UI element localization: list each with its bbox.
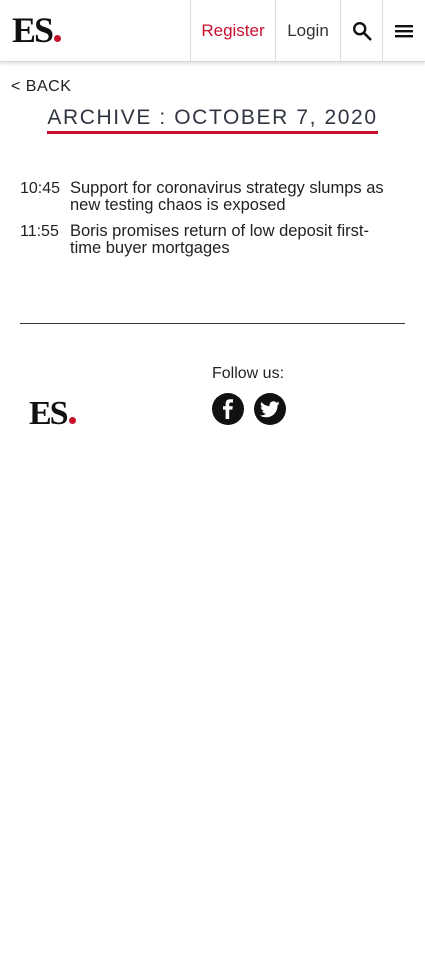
logo-dot [54, 35, 62, 42]
twitter-icon [260, 400, 280, 417]
facebook-icon [223, 399, 233, 419]
site-logo[interactable]: ES [12, 10, 62, 50]
site-header: ES Register Login [0, 0, 425, 62]
list-item: 10:45 Support for coronavirus strategy s… [20, 180, 405, 214]
hamburger-menu-icon [395, 24, 413, 37]
list-item: 11:55 Boris promises return of low depos… [20, 223, 405, 257]
archive-title-container: ARCHIVE : OCTOBER 7, 2020 [0, 106, 425, 134]
back-label: < BACK [11, 78, 72, 95]
facebook-link[interactable] [212, 393, 244, 425]
footer-logo[interactable]: ES [29, 397, 76, 431]
footer-logo-text: ES [29, 395, 69, 432]
menu-button[interactable] [382, 0, 425, 61]
footer-divider [20, 323, 405, 324]
article-headline-link[interactable]: Support for coronavirus strategy slumps … [70, 180, 400, 214]
article-headline-link[interactable]: Boris promises return of low deposit fir… [70, 223, 400, 257]
register-button[interactable]: Register [190, 0, 275, 61]
archive-title: ARCHIVE : OCTOBER 7, 2020 [47, 106, 378, 134]
register-label: Register [201, 20, 265, 40]
login-label: Login [287, 20, 329, 40]
article-time: 11:55 [20, 223, 59, 240]
logo-text: ES [12, 10, 54, 50]
follow-us-label: Follow us: [212, 365, 285, 382]
login-button[interactable]: Login [275, 0, 340, 61]
article-time: 10:45 [20, 180, 61, 197]
footer-logo-dot [68, 417, 76, 424]
article-list: 10:45 Support for coronavirus strategy s… [20, 180, 405, 266]
back-link[interactable]: < BACK [11, 78, 71, 96]
twitter-link[interactable] [254, 393, 286, 425]
search-button[interactable] [340, 0, 382, 61]
search-icon [352, 21, 372, 41]
